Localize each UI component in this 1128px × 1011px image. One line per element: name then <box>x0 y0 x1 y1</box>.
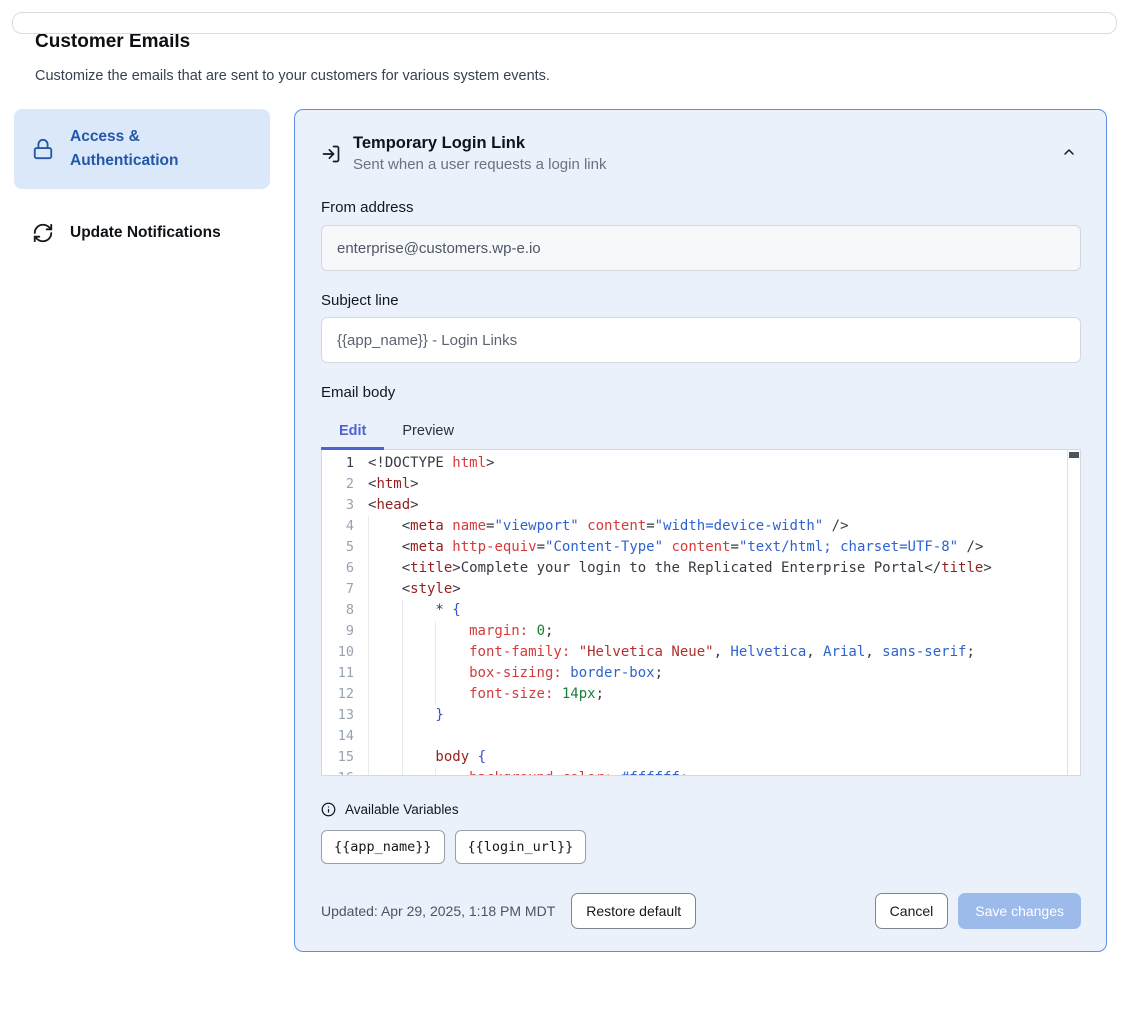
collapse-panel-button[interactable] <box>1057 140 1081 167</box>
login-link-icon <box>321 144 341 164</box>
tab-preview[interactable]: Preview <box>384 413 472 449</box>
line-number: 16 <box>322 768 368 776</box>
line-number: 11 <box>322 663 368 684</box>
cancel-button[interactable]: Cancel <box>875 893 949 929</box>
available-variables-label: Available Variables <box>345 802 459 817</box>
code-line-content: <meta http-equiv="Content-Type" content=… <box>368 537 983 558</box>
sync-icon <box>32 222 54 244</box>
line-number: 14 <box>322 726 368 747</box>
page-subtitle: Customize the emails that are sent to yo… <box>35 68 1128 84</box>
code-line: 7<style> <box>322 579 1080 600</box>
sidebar: Access & Authentication Update Notificati… <box>14 109 270 261</box>
code-line: 2<html> <box>322 474 1080 495</box>
code-editor[interactable]: 1<!DOCTYPE html>2<html>3<head>4<meta nam… <box>321 449 1081 776</box>
previous-card-edge <box>12 12 1117 34</box>
code-line-content: * { <box>368 600 461 621</box>
line-number: 12 <box>322 684 368 705</box>
variable-chip[interactable]: {{login_url}} <box>455 830 587 864</box>
code-line: 16background-color: #ffffff; <box>322 768 1080 776</box>
line-number: 15 <box>322 747 368 768</box>
line-number: 4 <box>322 516 368 537</box>
code-line-content: background-color: #ffffff; <box>368 768 688 776</box>
variable-chip[interactable]: {{app_name}} <box>321 830 445 864</box>
code-lines: 1<!DOCTYPE html>2<html>3<head>4<meta nam… <box>322 450 1080 776</box>
chevron-up-icon <box>1061 144 1077 163</box>
code-line-content: } <box>368 705 444 726</box>
line-number: 1 <box>322 453 368 474</box>
line-number: 7 <box>322 579 368 600</box>
subject-line-input[interactable] <box>321 317 1081 363</box>
save-changes-button[interactable]: Save changes <box>958 893 1081 929</box>
restore-default-button[interactable]: Restore default <box>571 893 696 929</box>
lock-icon <box>32 138 54 160</box>
code-line-content: <title>Complete your login to the Replic… <box>368 558 992 579</box>
from-address-label: From address <box>321 199 1081 216</box>
code-line: 11box-sizing: border-box; <box>322 663 1080 684</box>
code-line: 14 <box>322 726 1080 747</box>
sidebar-item-label: Access & Authentication <box>70 125 228 173</box>
sidebar-item-access-authentication[interactable]: Access & Authentication <box>14 109 270 189</box>
available-variables-section: Available Variables {{app_name}} {{login_… <box>321 802 1081 864</box>
code-line-content: <head> <box>368 495 419 516</box>
editor-vertical-scrollbar[interactable] <box>1067 450 1080 775</box>
code-line: 1<!DOCTYPE html> <box>322 453 1080 474</box>
code-line: 12font-size: 14px; <box>322 684 1080 705</box>
sidebar-item-update-notifications[interactable]: Update Notifications <box>14 205 270 261</box>
line-number: 6 <box>322 558 368 579</box>
line-number: 3 <box>322 495 368 516</box>
panel-header-text: Temporary Login Link Sent when a user re… <box>353 134 606 173</box>
panel-footer: Updated: Apr 29, 2025, 1:18 PM MDT Resto… <box>321 893 1081 929</box>
code-line: 5<meta http-equiv="Content-Type" content… <box>322 537 1080 558</box>
code-line-content: body { <box>368 747 486 768</box>
subject-line-label: Subject line <box>321 292 1081 309</box>
code-line: 3<head> <box>322 495 1080 516</box>
from-address-input[interactable] <box>321 225 1081 271</box>
info-icon <box>321 802 336 817</box>
line-number: 9 <box>322 621 368 642</box>
line-number: 8 <box>322 600 368 621</box>
code-line-content: margin: 0; <box>368 621 553 642</box>
panel-subtitle: Sent when a user requests a login link <box>353 156 606 173</box>
code-line-content: <html> <box>368 474 419 495</box>
line-number: 5 <box>322 537 368 558</box>
code-line: 15body { <box>322 747 1080 768</box>
panel-title: Temporary Login Link <box>353 134 606 153</box>
editor-tabs: EditPreview <box>321 413 1081 449</box>
code-line-content: font-family: "Helvetica Neue", Helvetica… <box>368 642 975 663</box>
code-line: 6<title>Complete your login to the Repli… <box>322 558 1080 579</box>
variable-chips: {{app_name}} {{login_url}} <box>321 830 1081 864</box>
line-number: 13 <box>322 705 368 726</box>
panel-header: Temporary Login Link Sent when a user re… <box>321 134 1081 173</box>
code-line: 13} <box>322 705 1080 726</box>
code-line-content: box-sizing: border-box; <box>368 663 663 684</box>
line-number: 10 <box>322 642 368 663</box>
code-line: 9margin: 0; <box>322 621 1080 642</box>
page-title: Customer Emails <box>35 31 1128 53</box>
code-line: 8* { <box>322 600 1080 621</box>
code-line-content: <style> <box>368 579 461 600</box>
email-body-label: Email body <box>321 384 1081 401</box>
code-line-content: <meta name="viewport" content="width=dev… <box>368 516 849 537</box>
code-line: 4<meta name="viewport" content="width=de… <box>322 516 1080 537</box>
scrollbar-thumb[interactable] <box>1069 452 1079 458</box>
code-line-content: <!DOCTYPE html> <box>368 453 494 474</box>
line-number: 2 <box>322 474 368 495</box>
updated-timestamp: Updated: Apr 29, 2025, 1:18 PM MDT <box>321 903 555 919</box>
code-line: 10font-family: "Helvetica Neue", Helveti… <box>322 642 1080 663</box>
content-area: Access & Authentication Update Notificati… <box>0 109 1128 952</box>
email-template-panel: Temporary Login Link Sent when a user re… <box>294 109 1107 952</box>
code-line-content: font-size: 14px; <box>368 684 604 705</box>
sidebar-item-label: Update Notifications <box>70 221 221 245</box>
tab-edit[interactable]: Edit <box>321 413 384 449</box>
code-line-content <box>368 726 435 747</box>
